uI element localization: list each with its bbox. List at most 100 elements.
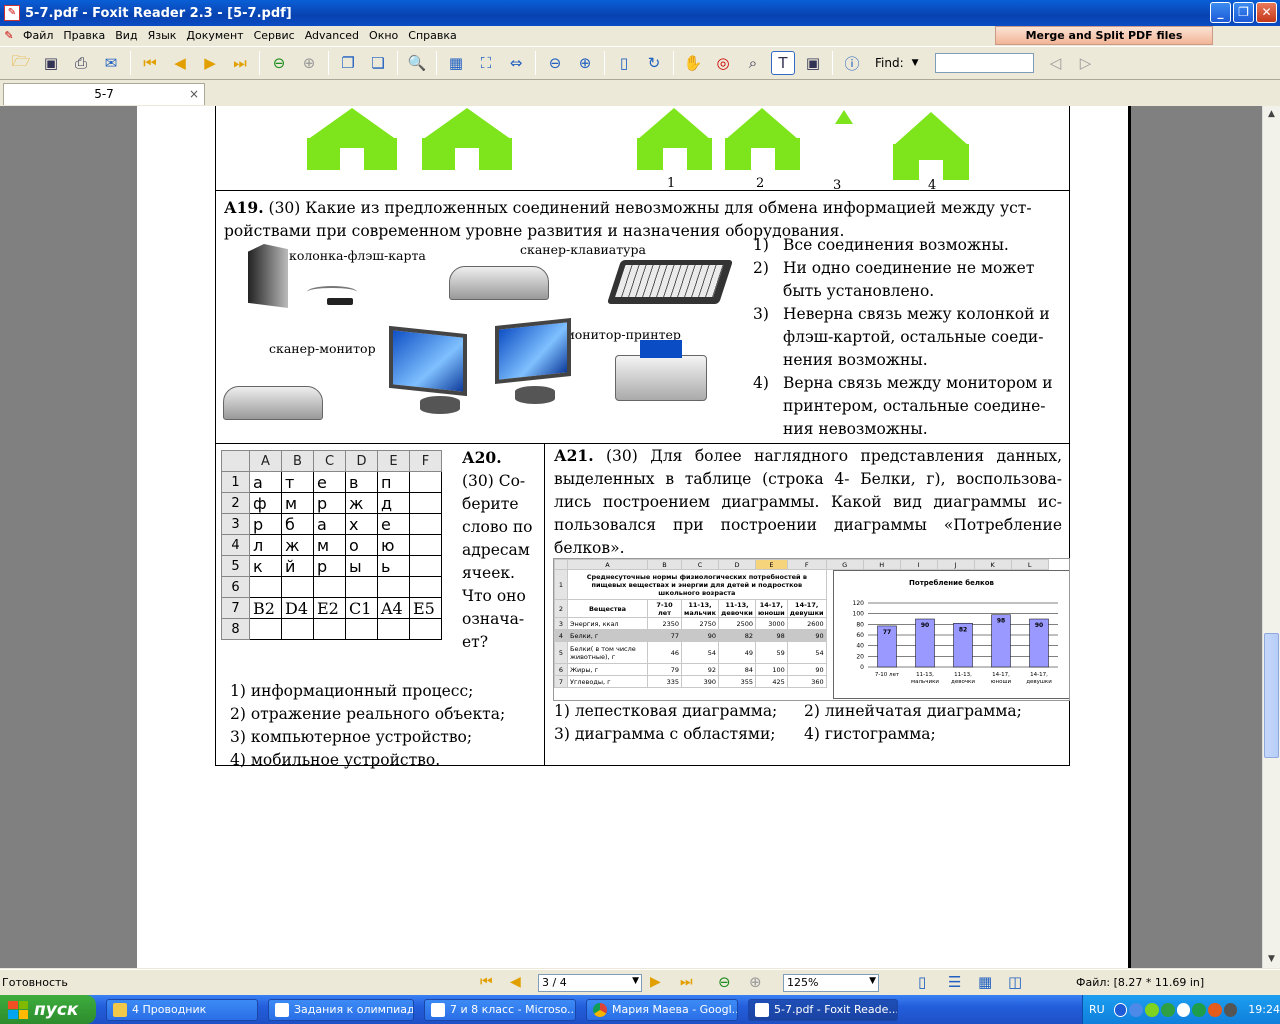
zoom-in-icon[interactable]: 🔍 xyxy=(405,51,429,75)
document-icon[interactable]: ✎ xyxy=(0,29,18,42)
forward-icon[interactable]: ⊕ xyxy=(749,973,762,991)
page-dropdown-icon[interactable]: ▼ xyxy=(632,976,639,986)
print-icon[interactable]: ⎙ xyxy=(69,51,93,75)
chart-y-tick: 120 xyxy=(853,600,865,607)
close-button[interactable]: ✕ xyxy=(1256,2,1277,23)
tray-app-icon[interactable] xyxy=(1207,1002,1222,1017)
maximize-button[interactable]: ❐ xyxy=(1233,2,1254,23)
tray-flag-icon[interactable] xyxy=(1176,1002,1191,1017)
tab-5-7[interactable]: 5-7 × xyxy=(3,83,205,105)
menu-file[interactable]: Файл xyxy=(18,29,58,42)
task-label: 5-7.pdf - Foxit Reade... xyxy=(774,1003,898,1016)
open-folder-icon[interactable]: 🗁 xyxy=(9,51,33,75)
scroll-up-icon[interactable]: ▲ xyxy=(1263,106,1280,123)
text-select-icon[interactable]: T xyxy=(771,51,795,75)
grid-row-number: 6 xyxy=(221,576,250,598)
copy-icon[interactable]: ❐ xyxy=(336,51,360,75)
previous-page-icon[interactable]: ◀ xyxy=(168,51,192,75)
sheet-value-cell: 54 xyxy=(681,641,719,664)
zoom-out-icon[interactable]: ⊖ xyxy=(543,51,567,75)
tray-volume-icon[interactable] xyxy=(1223,1002,1238,1017)
info-icon[interactable]: ⓘ xyxy=(840,51,864,75)
zoom-dropdown-icon[interactable]: ▼ xyxy=(869,976,876,986)
hand-tool-icon[interactable]: ✋ xyxy=(681,51,705,75)
menu-edit[interactable]: Правка xyxy=(58,29,110,42)
tray-antivirus-icon[interactable] xyxy=(1145,1002,1159,1017)
facing-view-icon[interactable]: ▦ xyxy=(978,973,992,991)
merge-split-label: Merge and Split PDF files xyxy=(1025,29,1183,42)
menu-language[interactable]: Язык xyxy=(143,29,182,42)
scroll-thumb[interactable] xyxy=(1264,633,1279,758)
task-word-olympiad[interactable]: Задания к олимпиад... xyxy=(268,998,414,1021)
find-dropdown-icon[interactable]: ▼ xyxy=(912,58,919,68)
next-page-icon[interactable]: ▶ xyxy=(650,974,661,990)
single-page-view-icon[interactable]: ▯ xyxy=(918,973,926,991)
sheet-column-letter: I xyxy=(899,559,938,570)
a20-question: А20. (30) Со- берите слово по адресам яч… xyxy=(462,446,542,654)
fit-page-icon[interactable]: ⛶ xyxy=(474,51,498,75)
forward-icon[interactable]: ⊕ xyxy=(297,51,321,75)
find-next-icon[interactable]: ▷ xyxy=(1074,51,1098,75)
language-indicator[interactable]: RU xyxy=(1089,1003,1105,1016)
task-explorer[interactable]: 4 Проводник xyxy=(106,998,258,1021)
menu-advanced[interactable]: Advanced xyxy=(300,29,364,42)
menu-window[interactable]: Окно xyxy=(364,29,403,42)
grid-row-number: 3 xyxy=(221,513,250,535)
caption-speaker-flash: колонка-флэш-карта xyxy=(289,248,426,263)
start-button[interactable]: пуск xyxy=(0,995,96,1024)
actual-size-icon[interactable]: ▦ xyxy=(444,51,468,75)
a19-text-line2: ройствами при современном уровне развити… xyxy=(224,222,845,240)
grid-cell: а xyxy=(313,513,346,535)
scroll-down-icon[interactable]: ▼ xyxy=(1263,951,1280,968)
next-page-icon[interactable]: ▶ xyxy=(198,51,222,75)
tab-close-icon[interactable]: × xyxy=(189,84,199,104)
first-page-icon[interactable]: ⏮ xyxy=(138,51,162,75)
menu-help[interactable]: Справка xyxy=(403,29,461,42)
fit-width-icon[interactable]: ⇔ xyxy=(504,51,528,75)
email-icon[interactable]: ✉ xyxy=(99,51,123,75)
find-input[interactable] xyxy=(934,53,1034,73)
menu-document[interactable]: Документ xyxy=(181,29,248,42)
rotate-icon[interactable]: ↻ xyxy=(642,51,666,75)
continuous-facing-view-icon[interactable]: ◫ xyxy=(1008,973,1022,991)
tray-arrow-icon[interactable] xyxy=(1113,1002,1128,1017)
back-icon[interactable]: ⊖ xyxy=(267,51,291,75)
previous-page-icon[interactable]: ◀ xyxy=(510,974,521,990)
tray-sync-icon[interactable] xyxy=(1192,1002,1206,1017)
reading-glasses-icon[interactable]: ◎ xyxy=(711,51,735,75)
a20-side-line: ет? xyxy=(462,633,489,651)
paste-icon[interactable]: ❏ xyxy=(366,51,390,75)
find-previous-icon[interactable]: ◁ xyxy=(1044,51,1068,75)
toolbar-separator xyxy=(328,51,329,75)
last-page-icon[interactable]: ⏭ xyxy=(228,51,252,75)
minimize-button[interactable]: _ xyxy=(1210,2,1231,23)
zoom-field[interactable]: 125% ▼ xyxy=(783,974,879,992)
tray-network-icon[interactable] xyxy=(1129,1002,1144,1017)
zoom-plus-icon[interactable]: ⊕ xyxy=(573,51,597,75)
last-page-icon[interactable]: ⏭ xyxy=(680,974,693,990)
menu-service[interactable]: Сервис xyxy=(249,29,300,42)
first-page-icon[interactable]: ⏮ xyxy=(480,974,493,990)
single-page-icon[interactable]: ▯ xyxy=(612,51,636,75)
task-word-class[interactable]: 7 и 8 класс - Microso... xyxy=(424,998,576,1021)
sheet-value-cell: 84 xyxy=(718,663,756,676)
back-icon[interactable]: ⊖ xyxy=(718,973,731,991)
sheet-column-letter: D xyxy=(718,559,756,570)
task-chrome[interactable]: Мария Маева - Googl... xyxy=(586,998,738,1021)
menu-view[interactable]: Вид xyxy=(110,29,142,42)
binoculars-icon[interactable]: ⌕ xyxy=(741,51,765,75)
tray-shield-icon[interactable] xyxy=(1160,1002,1175,1017)
a20-option: 3) компьютерное устройство; xyxy=(230,728,473,746)
vertical-scrollbar[interactable]: ▲ ▼ xyxy=(1262,106,1280,968)
snapshot-icon[interactable]: ▣ xyxy=(801,51,825,75)
continuous-view-icon[interactable]: ☰ xyxy=(948,973,961,991)
save-icon[interactable]: ▣ xyxy=(39,51,63,75)
grid-cell: E5 xyxy=(409,597,442,619)
task-foxit[interactable]: 5-7.pdf - Foxit Reade... xyxy=(748,998,898,1021)
sheet-row-number: 4 xyxy=(554,629,568,642)
merge-split-button[interactable]: Merge and Split PDF files xyxy=(995,26,1213,45)
a19-options: 1) Все соединения возможны. 2) Ни одно со… xyxy=(753,234,1073,441)
page-number-field[interactable]: 3 / 4 ▼ xyxy=(538,974,642,992)
document-viewport[interactable]: 1 2 3 4 А19. (30) Какие из предложенных … xyxy=(0,106,1262,968)
a21-options: 1) лепестковая диаграмма; 2) линейчатая д… xyxy=(554,700,1064,746)
